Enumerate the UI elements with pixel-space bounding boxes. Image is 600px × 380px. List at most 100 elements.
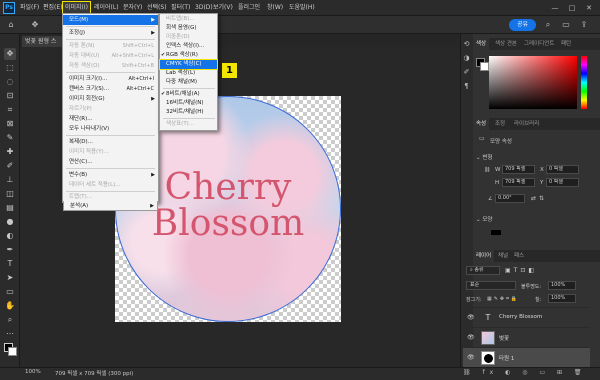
blur-tool-icon[interactable]: ● bbox=[4, 216, 16, 228]
width-field[interactable]: 709 픽셀 bbox=[502, 165, 535, 174]
menu-item-analysis[interactable]: 분석(A) ▶ bbox=[63, 201, 158, 211]
menu-item-image-size[interactable]: 이미지 크기(I)... Alt+Ctrl+I bbox=[63, 74, 158, 84]
tab-channels[interactable]: 채널 bbox=[495, 250, 511, 262]
tab-gradients[interactable]: 그레이디언트 bbox=[521, 38, 557, 50]
tab-properties[interactable]: 속성 bbox=[473, 118, 490, 130]
menu-help[interactable]: 도움말(H) bbox=[287, 2, 317, 14]
menu-item-auto-tone[interactable]: 자동 톤(N) Shift+Ctrl+L bbox=[63, 41, 158, 51]
frame-tool-icon[interactable]: ⊠ bbox=[4, 118, 16, 130]
move-icon[interactable]: ✥ bbox=[29, 19, 41, 31]
opacity-field[interactable]: 100% bbox=[548, 281, 576, 290]
tab-adjustments[interactable]: 조정 bbox=[492, 118, 508, 130]
menu-item-duplicate[interactable]: 복제(D)... bbox=[63, 137, 158, 147]
fill-color-swatch[interactable] bbox=[491, 230, 501, 235]
menu-edit[interactable]: 편집(E) bbox=[41, 2, 65, 14]
mode-multichannel[interactable]: 다중 채널(M) bbox=[160, 78, 217, 87]
layer-row-image[interactable]: 👁 벚꽃 bbox=[463, 327, 590, 347]
y-field[interactable]: 0 픽셀 bbox=[546, 178, 579, 187]
tab-layers[interactable]: 레이어 bbox=[473, 250, 495, 262]
zoom-tool-icon[interactable]: ⌕ bbox=[4, 314, 16, 326]
minimize-button[interactable]: — bbox=[548, 3, 562, 13]
object-select-tool-icon[interactable]: ⊡ bbox=[4, 90, 16, 102]
mode-duotone[interactable]: 이중톤(D) bbox=[160, 33, 217, 42]
appearance-section-title[interactable]: ⌄ 모양 bbox=[476, 215, 492, 223]
stamp-tool-icon[interactable]: ⊥ bbox=[4, 174, 16, 186]
visibility-eye-icon[interactable]: 👁 bbox=[467, 314, 475, 321]
brush-settings-icon[interactable]: ✐ bbox=[462, 68, 471, 77]
mode-color-table[interactable]: 색상표(T)... bbox=[160, 120, 217, 129]
lock-icons[interactable]: ▦✎✥⌗🔒 bbox=[487, 296, 519, 302]
layer-filter-dropdown[interactable]: ⌕ 종류 bbox=[466, 266, 500, 275]
tab-paths[interactable]: 패스 bbox=[511, 250, 527, 262]
menu-item-adjustments[interactable]: 조정(J) ▶ bbox=[63, 28, 158, 38]
tab-swatches[interactable]: 색상 견본 bbox=[492, 38, 520, 50]
history-icon[interactable]: ⟲ bbox=[462, 40, 471, 49]
tab-color[interactable]: 색상 bbox=[473, 38, 490, 50]
mode-rgb-color[interactable]: ✔ RGB 색상(R) bbox=[160, 51, 217, 60]
link-dimensions-icon[interactable]: ⛓ bbox=[484, 167, 490, 173]
height-field[interactable]: 709 픽셀 bbox=[502, 178, 535, 187]
close-button[interactable]: ✕ bbox=[582, 3, 596, 13]
zoom-level[interactable]: 100% bbox=[25, 369, 41, 375]
hand-tool-icon[interactable]: ✋ bbox=[4, 300, 16, 312]
eyedropper-tool-icon[interactable]: ✎ bbox=[4, 132, 16, 144]
layer-row-shape[interactable]: 👁 타원 1 bbox=[463, 347, 590, 367]
share-icon[interactable]: ⇪ bbox=[578, 19, 590, 31]
tab-patterns[interactable]: 패턴 bbox=[558, 38, 574, 50]
home-icon[interactable]: ⌂ bbox=[5, 19, 17, 31]
mode-bitmap[interactable]: 비트맵(B)... bbox=[160, 15, 217, 24]
fill-field[interactable]: 100% bbox=[548, 294, 576, 303]
menu-item-calculations[interactable]: 연산(C)... bbox=[63, 157, 158, 167]
menu-item-auto-contrast[interactable]: 자동 대비(U) Alt+Shift+Ctrl+L bbox=[63, 51, 158, 61]
search-icon[interactable]: ⌕ bbox=[542, 19, 554, 31]
layer-panel-actions[interactable]: ⛓ fx ◐ ◎ ▭ ⊞ 🗑 bbox=[463, 369, 587, 376]
document-tab[interactable]: 벚꽃 원형 스 bbox=[22, 36, 64, 47]
gradient-tool-icon[interactable]: ▤ bbox=[4, 202, 16, 214]
crop-tool-icon[interactable]: ⌗ bbox=[4, 104, 16, 116]
menu-window[interactable]: 창(W) bbox=[265, 2, 285, 14]
mode-grayscale[interactable]: 회색 음영(G) bbox=[160, 24, 217, 33]
menu-item-mode[interactable]: 모드(M) ▶ bbox=[63, 15, 158, 25]
background-color-swatch[interactable] bbox=[8, 347, 17, 356]
menu-item-apply-data-set[interactable]: 데이터 세트 적용(L)... bbox=[63, 180, 158, 190]
transform-section-title[interactable]: ⌄ 변형 bbox=[476, 153, 492, 161]
mode-indexed-color[interactable]: 인덱스 색상(I)... bbox=[160, 42, 217, 51]
paragraph-icon[interactable]: ¶ bbox=[462, 82, 471, 91]
mode-cmyk-color[interactable]: CMYK 색상(C) bbox=[159, 59, 218, 70]
menu-item-image-rotation[interactable]: 이미지 회전(G) ▶ bbox=[63, 94, 158, 104]
bg-color-swatch[interactable] bbox=[480, 62, 489, 71]
angle-field[interactable]: 0.00° bbox=[495, 194, 525, 203]
menu-item-apply-image[interactable]: 이미지 적용(Y)... bbox=[63, 147, 158, 157]
blend-mode-dropdown[interactable]: 표준 bbox=[466, 281, 516, 290]
menu-plugins[interactable]: 플러그인 bbox=[236, 2, 262, 14]
mode-16bit-channel[interactable]: 16비트/채널(N) bbox=[160, 99, 217, 108]
dodge-tool-icon[interactable]: ◐ bbox=[4, 230, 16, 242]
layer-filter-icons[interactable]: ▣T⊡◧ bbox=[505, 267, 537, 274]
color-picker-field[interactable] bbox=[489, 56, 577, 109]
move-tool-icon[interactable]: ✥ bbox=[4, 48, 16, 60]
maximize-button[interactable]: □ bbox=[565, 3, 579, 13]
x-field[interactable]: 0 픽셀 bbox=[546, 165, 579, 174]
mode-lab-color[interactable]: Lab 색상(L) bbox=[160, 69, 217, 78]
visibility-eye-icon[interactable]: 👁 bbox=[467, 354, 475, 361]
hue-slider[interactable] bbox=[581, 56, 587, 109]
menu-item-auto-color[interactable]: 자동 색상(O) Shift+Ctrl+B bbox=[63, 61, 158, 71]
healing-tool-icon[interactable]: ✚ bbox=[4, 146, 16, 158]
menu-item-canvas-size[interactable]: 캔버스 크기(S)... Alt+Ctrl+C bbox=[63, 84, 158, 94]
menu-file[interactable]: 파일(F) bbox=[18, 2, 41, 14]
brush-tool-icon[interactable]: ✐ bbox=[4, 160, 16, 172]
type-tool-icon[interactable]: T bbox=[4, 258, 16, 270]
shape-tool-icon[interactable]: ▭ bbox=[4, 286, 16, 298]
path-select-tool-icon[interactable]: ➤ bbox=[4, 272, 16, 284]
share-button[interactable]: 공유 bbox=[509, 19, 536, 31]
mode-32bit-channel[interactable]: 32비트/채널(H) bbox=[160, 108, 217, 117]
eraser-tool-icon[interactable]: ◫ bbox=[4, 188, 16, 200]
workspace-icon[interactable]: ▭ bbox=[560, 19, 572, 31]
lasso-tool-icon[interactable]: ◌ bbox=[4, 76, 16, 88]
tab-libraries[interactable]: 라이브러리 bbox=[511, 118, 542, 130]
layer-row-text[interactable]: 👁 T Cherry Blossom bbox=[463, 307, 590, 327]
edit-toolbar-icon[interactable]: ⋯ bbox=[4, 328, 16, 340]
menu-item-variables[interactable]: 변수(B) ▶ bbox=[63, 170, 158, 180]
flip-icons[interactable]: ⇄⇅ bbox=[531, 195, 547, 202]
menu-item-crop[interactable]: 자르기(P) bbox=[63, 104, 158, 114]
